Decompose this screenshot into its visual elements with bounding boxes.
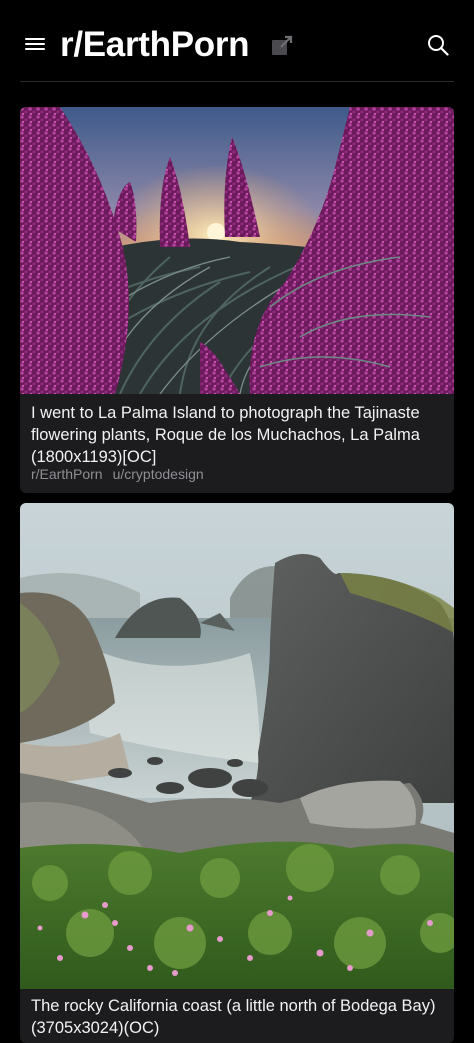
tajinaste-sunset-photo[interactable] [20,107,454,394]
search-icon[interactable] [427,34,449,56]
app-header: r/EarthPorn [0,0,474,82]
post-title[interactable]: The rocky California coast (a little nor… [31,995,443,1039]
post-author[interactable]: u/cryptodesign [113,466,204,482]
header-divider [20,81,454,82]
hamburger-menu-icon[interactable] [25,36,45,52]
post-subreddit[interactable]: r/EarthPorn [31,466,103,482]
post-meta: r/EarthPorn u/cryptodesign [31,466,214,482]
subreddit-title[interactable]: r/EarthPorn [60,25,250,65]
post-card[interactable]: The rocky California coast (a little nor… [20,503,454,1043]
post-title[interactable]: I went to La Palma Island to photograph … [31,402,443,468]
post-card[interactable]: I went to La Palma Island to photograph … [20,107,454,493]
open-external-icon[interactable] [271,35,293,57]
rocky-coast-photo[interactable] [20,503,454,989]
